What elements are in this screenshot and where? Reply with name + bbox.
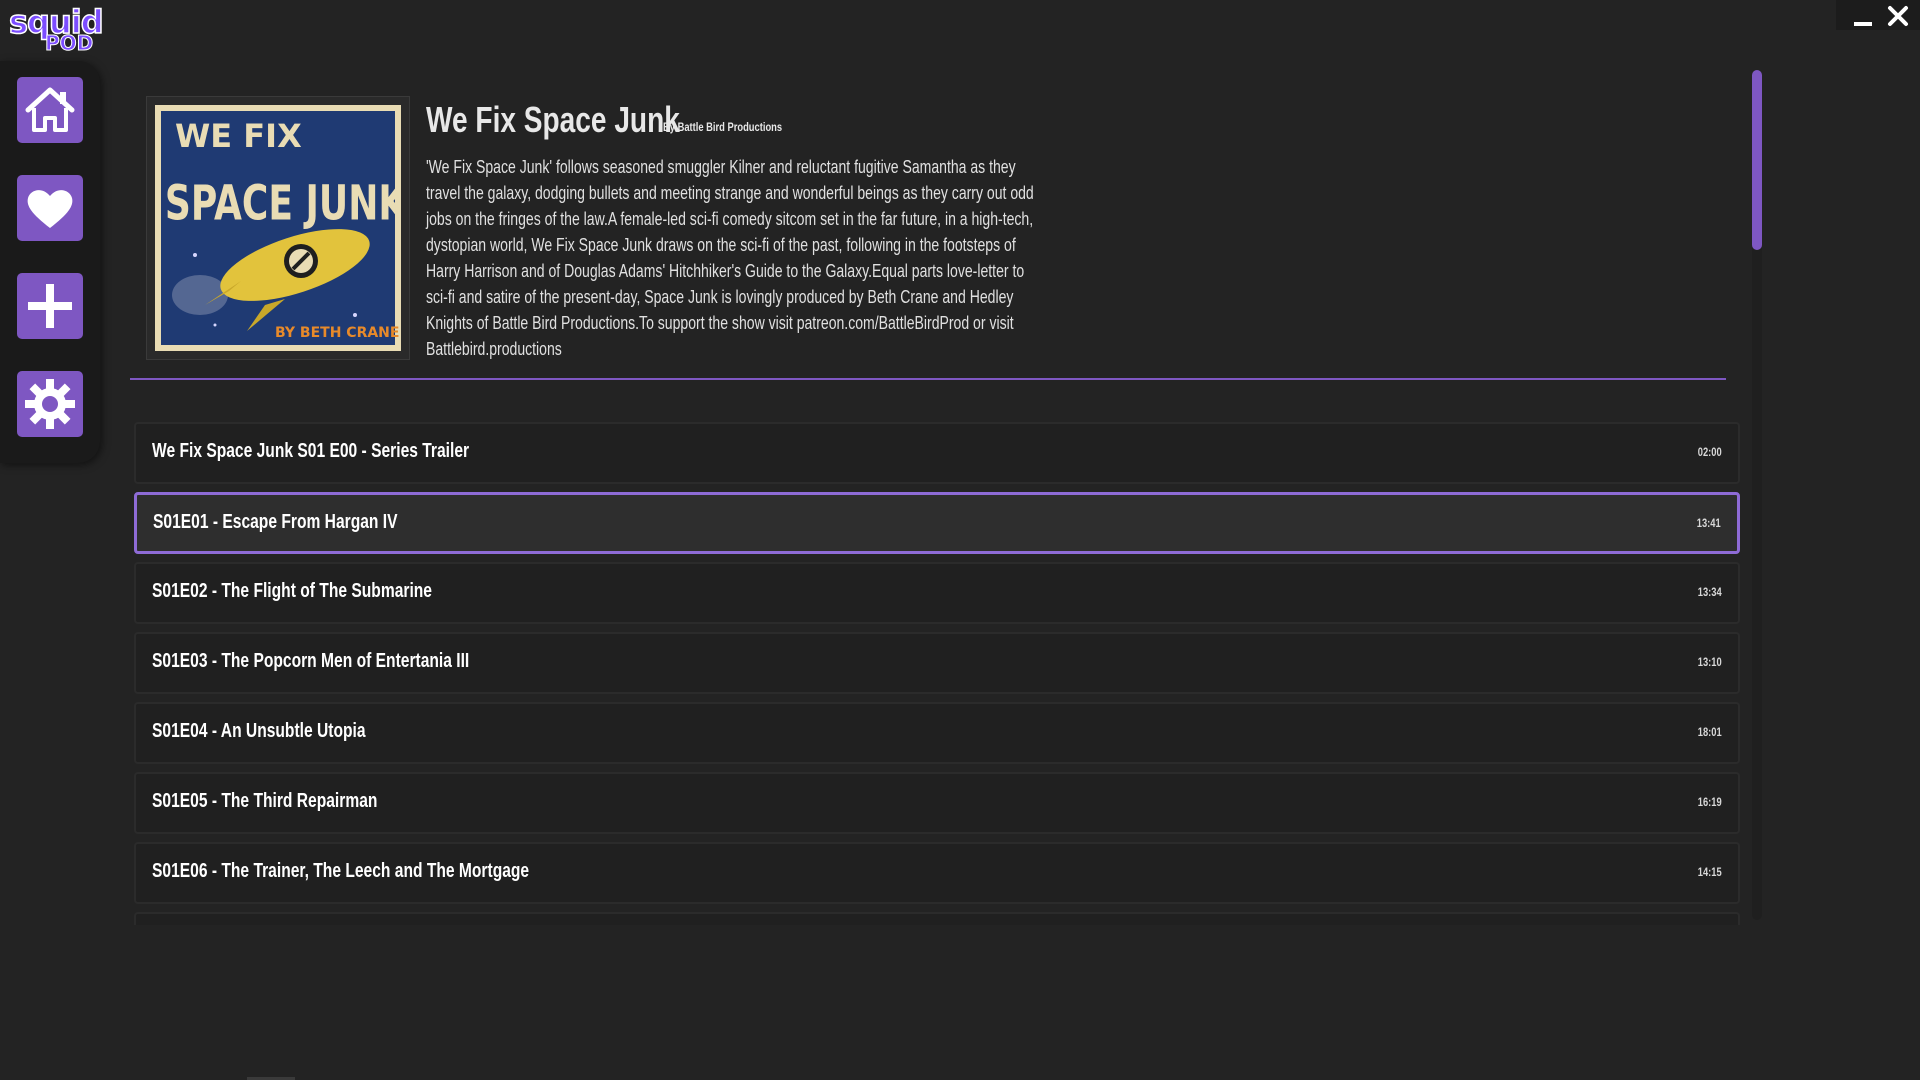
cover-text-line1: WE FIX: [175, 117, 302, 155]
gear-icon: [25, 379, 75, 429]
scrollbar[interactable]: [1752, 70, 1762, 920]
episode-row[interactable]: S01E04 - An Unsubtle Utopia 18:01: [134, 702, 1740, 764]
episode-duration: 02:00: [1698, 445, 1722, 459]
episode-row[interactable]: We Fix Space Junk S01 E00 - Series Trail…: [134, 422, 1740, 484]
podcast-description: 'We Fix Space Junk' follows seasoned smu…: [426, 157, 1034, 359]
app-logo: squid POD: [8, 3, 104, 55]
episode-row[interactable]: S01E02 - The Flight of The Submarine 13:…: [134, 562, 1740, 624]
podcast-cover: WE FIX SPACE JUNK BY BETH CRANE: [146, 96, 410, 360]
sidebar-item-settings[interactable]: [17, 371, 83, 437]
plus-icon: [28, 284, 72, 328]
episode-duration: 13:41: [1697, 516, 1721, 530]
episode-duration: 13:10: [1698, 655, 1722, 669]
episode-title: S01E04 - An Unsubtle Utopia: [152, 720, 366, 742]
heart-icon: [27, 190, 73, 228]
podcast-author: By Battle Bird Productions: [663, 120, 783, 134]
episode-row[interactable]: S01E05 - The Third Repairman 16:19: [134, 772, 1740, 834]
scrollbar-thumb[interactable]: [1752, 70, 1762, 250]
episode-row[interactable]: [134, 912, 1740, 925]
episode-title: S01E06 - The Trainer, The Leech and The …: [152, 860, 530, 882]
podcast-page: WE FIX SPACE JUNK BY BETH CRANE We Fix S…: [120, 65, 1760, 925]
episode-duration: 13:34: [1698, 585, 1722, 599]
home-icon: [25, 87, 75, 132]
episode-title: S01E03 - The Popcorn Men of Entertania I…: [152, 650, 470, 672]
sidebar-item-home[interactable]: [17, 77, 83, 143]
episode-title: S01E01 - Escape From Hargan IV: [153, 511, 398, 533]
cover-text-line2: SPACE JUNK: [165, 175, 401, 232]
episode-duration: 18:01: [1698, 725, 1722, 739]
episode-title: S01E05 - The Third Repairman: [152, 790, 378, 812]
episode-row-active[interactable]: S01E01 - Escape From Hargan IV 13:41: [134, 492, 1740, 554]
episode-duration: 16:19: [1698, 795, 1722, 809]
cover-art: WE FIX SPACE JUNK BY BETH CRANE: [155, 105, 401, 351]
episode-list[interactable]: We Fix Space Junk S01 E00 - Series Trail…: [134, 422, 1740, 925]
episode-title: We Fix Space Junk S01 E00 - Series Trail…: [152, 440, 470, 462]
episode-row[interactable]: S01E06 - The Trainer, The Leech and The …: [134, 842, 1740, 904]
sidebar-item-favorites[interactable]: [17, 175, 83, 241]
sidebar: [0, 61, 100, 463]
close-icon[interactable]: [1886, 4, 1910, 28]
cover-credit: BY BETH CRANE: [275, 325, 399, 341]
episode-duration: 14:15: [1698, 865, 1722, 879]
podcast-title: We Fix Space Junk: [426, 99, 680, 140]
episode-row[interactable]: S01E03 - The Popcorn Men of Entertania I…: [134, 632, 1740, 694]
minimize-icon[interactable]: [1854, 22, 1872, 26]
sidebar-item-add[interactable]: [17, 273, 83, 339]
window-controls: [1836, 0, 1920, 30]
episode-title: S01E02 - The Flight of The Submarine: [152, 580, 432, 602]
logo-subtext: POD: [44, 31, 94, 55]
divider: [130, 378, 1726, 380]
